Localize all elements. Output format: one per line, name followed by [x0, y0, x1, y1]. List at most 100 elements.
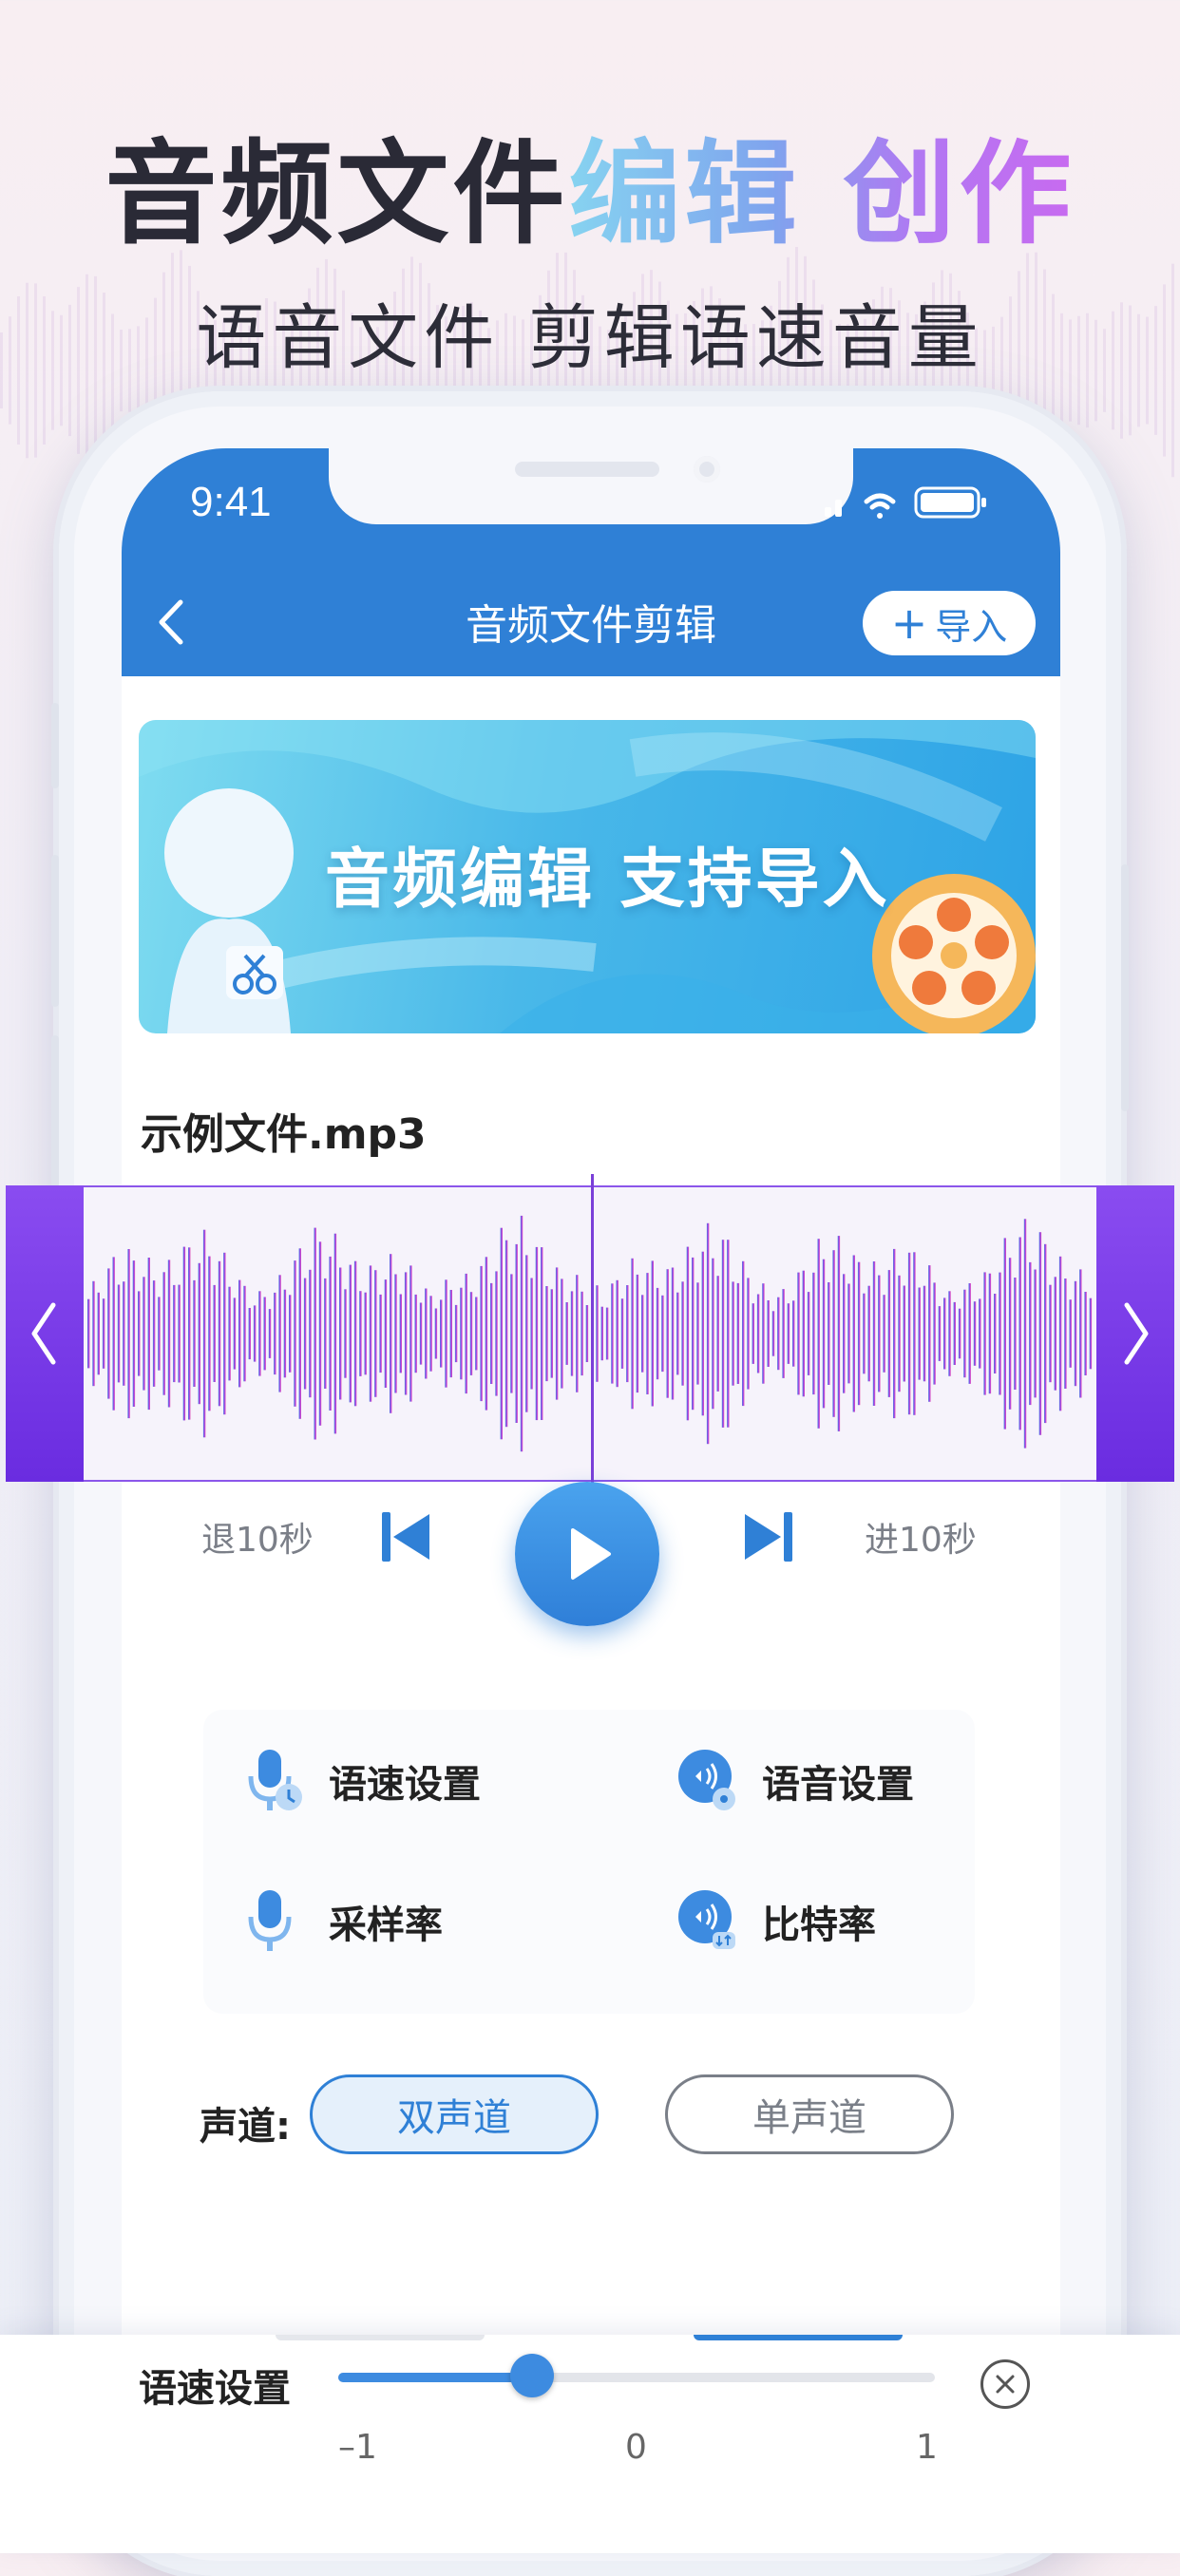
bitrate-button[interactable]: 比特率: [678, 1888, 876, 1955]
waveform-bar: [585, 1305, 589, 1362]
waveform-bar: [1054, 1277, 1056, 1391]
waveform-bar: [520, 1215, 523, 1452]
waveform-bar: [294, 1260, 296, 1407]
waveform-bar: [1008, 1258, 1012, 1410]
waveform-bar: [767, 1300, 770, 1367]
import-button[interactable]: + 导入: [863, 591, 1036, 655]
file-name: 示例文件.mp3: [141, 1110, 427, 1159]
settings-card: 语速设置 语音设置 采样率 比特率: [203, 1710, 975, 2014]
chevron-left-icon: [31, 1302, 56, 1365]
waveform-bar: [928, 1265, 931, 1402]
phone-side-button-right: [1121, 864, 1129, 1111]
voice-settings-button[interactable]: 语音设置: [678, 1748, 914, 1814]
waveform-bar: [309, 1269, 312, 1398]
waveform-bar: [605, 1307, 609, 1360]
speed-settings-button[interactable]: 语速设置: [245, 1748, 481, 1814]
waveform-bar: [1034, 1269, 1037, 1398]
waveform-bar: [943, 1297, 946, 1370]
waveform-bar: [878, 1275, 881, 1392]
waveform-bar: [359, 1291, 362, 1376]
waveform-bar: [616, 1279, 619, 1388]
waveform-bar: [228, 1286, 231, 1381]
waveform-bar: [440, 1299, 443, 1368]
waveform-editor[interactable]: [6, 1174, 1174, 1484]
waveform-bar: [696, 1282, 699, 1385]
waveform-bar: [736, 1282, 740, 1384]
waveform-bar: [102, 1298, 105, 1369]
waveform-bar: [490, 1282, 493, 1384]
waveform-bar: [626, 1285, 629, 1383]
waveform-bar: [661, 1295, 664, 1373]
stereo-option[interactable]: 双声道: [310, 2074, 599, 2154]
waveform-bar: [732, 1281, 734, 1386]
import-label: 导入: [935, 605, 1008, 648]
close-slider-button[interactable]: [980, 2359, 1030, 2409]
waveform-bar: [1069, 1299, 1072, 1368]
waveform-bar: [233, 1297, 237, 1370]
waveform-bar: [756, 1294, 760, 1373]
waveform-bar: [223, 1252, 226, 1415]
rewind-10s-button[interactable]: 退10秒: [201, 1512, 314, 1562]
waveform-bar: [742, 1260, 745, 1407]
waveform-bar: [248, 1308, 251, 1360]
waveform-bar: [178, 1284, 181, 1383]
banner-text: 音频编辑 支持导入: [325, 843, 890, 918]
waveform-bar: [852, 1255, 855, 1412]
waveform-bar: [918, 1287, 921, 1380]
waveform-bar: [596, 1285, 599, 1382]
waveform-bar: [480, 1265, 483, 1402]
waveform-bar: [167, 1260, 171, 1408]
sample-rate-button[interactable]: 采样率: [245, 1888, 443, 1955]
waveform-bar: [843, 1274, 846, 1393]
waveform-bar: [994, 1294, 997, 1373]
waveform-bar: [162, 1272, 165, 1395]
waveform-bar: [631, 1258, 634, 1410]
mono-option[interactable]: 单声道: [665, 2074, 954, 2154]
waveform-bar: [1018, 1237, 1021, 1430]
waveform-bar: [465, 1273, 467, 1394]
waveform-bar: [676, 1292, 679, 1375]
waveform-bar: [138, 1291, 141, 1376]
waveform-bar: [611, 1283, 614, 1384]
panel-edge-decoration: [276, 2335, 485, 2340]
speed-slider-track[interactable]: [338, 2354, 935, 2397]
waveform-bar: [1079, 1269, 1082, 1398]
channel-label: 声道:: [200, 2105, 291, 2149]
promo-banner[interactable]: 音频编辑 支持导入: [139, 720, 1036, 1033]
playhead-line[interactable]: [591, 1174, 594, 1484]
waveform-bar: [258, 1291, 261, 1376]
waveform-bar: [414, 1294, 417, 1373]
trim-handle-left[interactable]: [6, 1185, 84, 1482]
waveform-bar: [671, 1267, 675, 1400]
waveform-bar: [198, 1262, 200, 1405]
waveform-bar: [158, 1297, 161, 1371]
waveform-bar: [1023, 1219, 1027, 1449]
front-camera: [694, 456, 720, 483]
waveform-bar: [1064, 1279, 1067, 1389]
waveform-bar: [445, 1279, 447, 1388]
mic-sample-icon: [248, 1890, 292, 1951]
skip-previous-icon[interactable]: [380, 1508, 433, 1570]
speed-slider-thumb[interactable]: [510, 2354, 555, 2397]
waveform-bar: [289, 1295, 292, 1373]
trim-handle-right[interactable]: [1096, 1185, 1174, 1482]
waveform-bar: [983, 1272, 986, 1395]
forward-10s-button[interactable]: 进10秒: [865, 1512, 977, 1562]
phone-side-button-left-2: [51, 855, 59, 1007]
waveform-bar: [812, 1272, 815, 1395]
plus-icon: +: [890, 597, 928, 649]
waveform-bar: [173, 1284, 176, 1383]
waveform-bar: [762, 1283, 765, 1384]
skip-next-icon[interactable]: [741, 1508, 794, 1570]
slider-min-label: –1: [338, 2428, 377, 2467]
waveform-bar: [278, 1275, 281, 1392]
sample-rate-label: 采样率: [329, 1904, 443, 1947]
waveform-bar: [274, 1292, 276, 1375]
play-button[interactable]: [515, 1482, 659, 1626]
waveform-bar: [782, 1289, 785, 1378]
waveform-bar: [92, 1280, 95, 1387]
waveform-bar: [208, 1256, 211, 1411]
waveform-selection[interactable]: [84, 1174, 1096, 1484]
waveform-bar: [1084, 1292, 1087, 1375]
waveform-bar: [399, 1294, 402, 1373]
